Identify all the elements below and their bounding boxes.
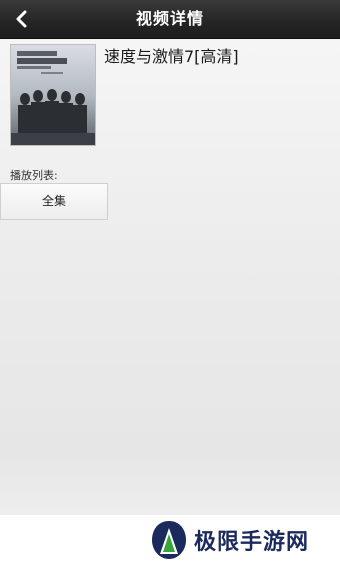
watermark-text: 极限手游网 xyxy=(194,529,310,555)
page-title: 视频详情 xyxy=(135,9,204,28)
watermark-logo-icon xyxy=(152,521,186,559)
top-bar: 视频详情 xyxy=(0,0,340,39)
movie-title: 速度与激情7[高清] xyxy=(104,47,239,66)
watermark: 极限手游网 xyxy=(150,518,309,562)
episode-button-all[interactable]: 全集 xyxy=(0,183,108,220)
movie-poster xyxy=(10,44,96,146)
playlist-label: 播放列表: xyxy=(10,169,58,182)
